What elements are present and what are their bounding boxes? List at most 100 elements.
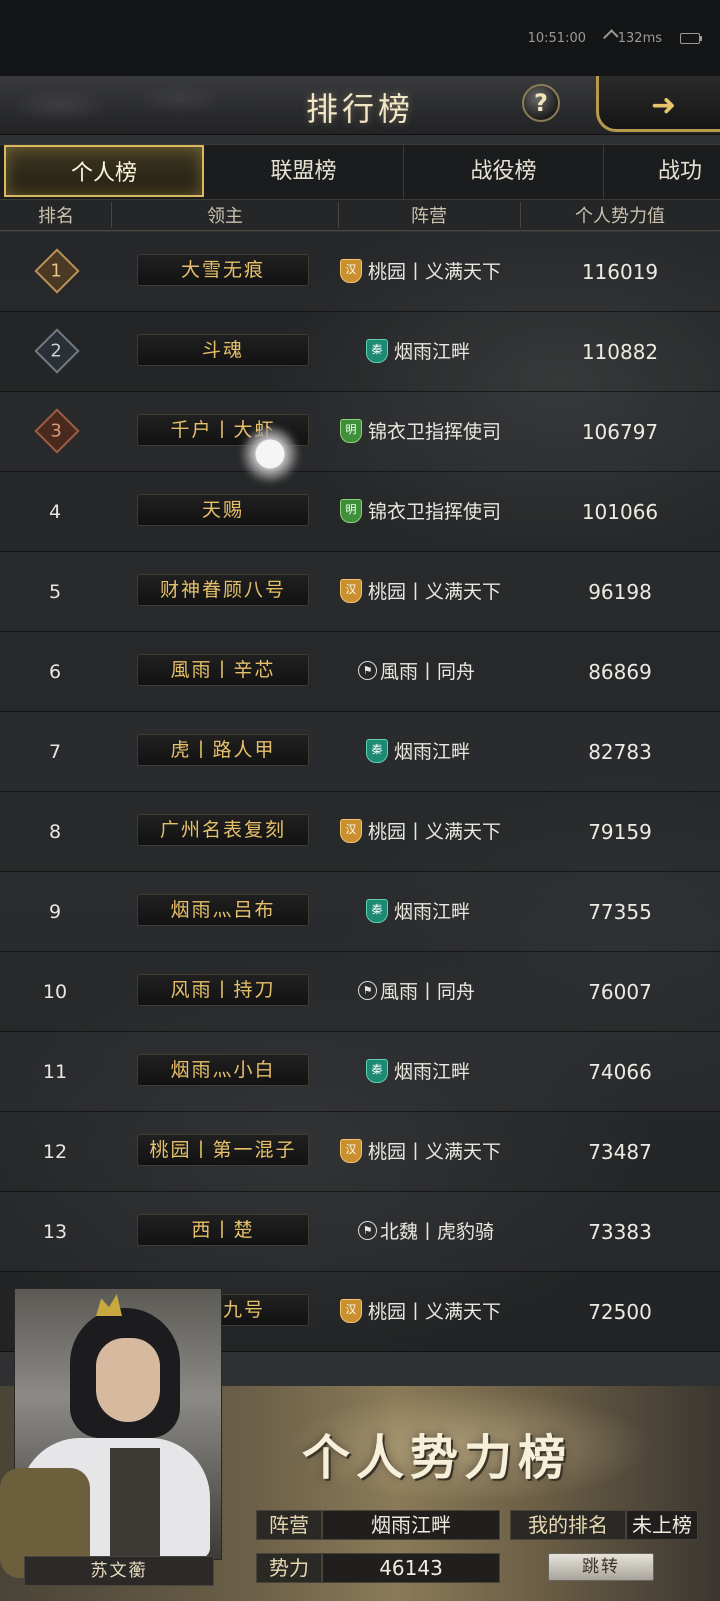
lord-name[interactable]: 西丨楚 (137, 1214, 309, 1246)
ranking-row[interactable]: 3 千户丨大虾明锦衣卫指挥使司 106797 (0, 392, 720, 472)
ranking-row[interactable]: 6 風雨丨辛芯 ⚑ 風雨丨同舟 86869 (0, 632, 720, 712)
lord-name[interactable]: 風雨丨辛芯 (137, 654, 309, 686)
camp-cell: 秦烟雨江畔 (366, 312, 556, 392)
ranking-row[interactable]: 13 西丨楚 ⚑ 北魏丨虎豹骑 73383 (0, 1192, 720, 1272)
camp-value: 烟雨江畔 (322, 1510, 500, 1540)
power-value: 110882 (581, 340, 659, 364)
power-value: 46143 (322, 1553, 500, 1583)
rank-number: 5 (48, 581, 62, 603)
help-button[interactable]: ? (522, 84, 560, 122)
ranking-row[interactable]: 11 烟雨灬小白 秦烟雨江畔 74066 (0, 1032, 720, 1112)
camp-cell: 秦烟雨江畔 (366, 712, 556, 792)
power-value: 76007 (588, 980, 652, 1004)
faction-badge-icon: 汉 (340, 578, 362, 603)
lord-name[interactable]: 天赐 (137, 494, 309, 526)
column-lord: 领主 (207, 206, 243, 227)
lord-name[interactable]: 广州名表复刻 (137, 814, 309, 846)
faction-badge-icon: 明 (340, 418, 362, 443)
camp-cell: 明锦衣卫指挥使司 (340, 472, 530, 552)
rank-number: 9 (48, 901, 62, 923)
rank-number: 4 (48, 501, 62, 523)
power-value: 116019 (581, 260, 659, 284)
faction-badge-icon: 秦 (366, 898, 388, 923)
ranking-row[interactable]: 5 财神眷顾八号汉桃园丨义满天下 96198 (0, 552, 720, 632)
jump-button[interactable]: 跳转 (548, 1553, 654, 1581)
tab-battle[interactable]: 战役榜 (404, 145, 604, 199)
camp-cell: 汉桃园丨义满天下 (340, 792, 530, 872)
rank-number: 6 (48, 661, 62, 683)
camp-name: 锦衣卫指挥使司 (368, 501, 502, 523)
my-rank-label: 我的排名 (510, 1510, 626, 1540)
camp-name: 桃园丨义满天下 (368, 261, 502, 283)
rank-medal-icon: 2 (34, 328, 80, 374)
latency-text: 132ms (617, 31, 662, 46)
ranking-row[interactable]: 12 桃园丨第一混子汉桃园丨义满天下 73487 (0, 1112, 720, 1192)
ranking-row[interactable]: 10 风雨丨持刀 ⚑ 風雨丨同舟 76007 (0, 952, 720, 1032)
power-value: 73487 (588, 1140, 652, 1164)
rank-number: 3 (50, 420, 63, 442)
status-bar: 10:51:00 132ms (0, 0, 720, 76)
camp-cell: 汉桃园丨义满天下 (340, 1112, 530, 1192)
wifi-icon (602, 29, 619, 45)
ranking-row[interactable]: 2 斗魂 秦烟雨江畔 110882 (0, 312, 720, 392)
my-rank-value: 未上榜 (626, 1510, 698, 1540)
ranking-row[interactable]: 4 天赐明锦衣卫指挥使司 101066 (0, 472, 720, 552)
camp-cell: 明锦衣卫指挥使司 (340, 392, 530, 472)
ranking-list: 1 大雪无痕汉桃园丨义满天下 116019 2 斗魂秦烟雨江畔 110882 3 千户丨大虾明… (0, 232, 720, 1352)
lord-name[interactable]: 烟雨灬小白 (137, 1054, 309, 1086)
ranking-row[interactable]: 9 烟雨灬吕布 秦烟雨江畔 77355 (0, 872, 720, 952)
camp-name: 烟雨江畔 (394, 741, 471, 763)
rank-number: 12 (42, 1141, 68, 1163)
power-value: 73383 (588, 1220, 652, 1244)
tab-personal[interactable]: 个人榜 (4, 145, 204, 197)
ranking-row[interactable]: 8 广州名表复刻汉桃园丨义满天下 79159 (0, 792, 720, 872)
faction-badge-icon: 汉 (340, 1138, 362, 1163)
power-value: 72500 (588, 1300, 652, 1324)
lord-name[interactable]: 财神眷顾八号 (137, 574, 309, 606)
camp-cell: 汉桃园丨义满天下 (340, 552, 530, 632)
camp-cell: 汉桃园丨义满天下 (340, 232, 530, 312)
rank-number: 1 (50, 260, 63, 282)
assistive-touch-button[interactable] (244, 428, 296, 480)
network-latency: 132ms (602, 29, 662, 46)
camp-cell: ⚑ 風雨丨同舟 (358, 952, 548, 1032)
power-value: 79159 (588, 820, 652, 844)
faction-badge-icon: 秦 (366, 1058, 388, 1083)
ranking-row[interactable]: 1 大雪无痕汉桃园丨义满天下 116019 (0, 232, 720, 312)
title-bar: 排行榜 ? ➜ (0, 76, 720, 135)
tab-alliance[interactable]: 联盟榜 (204, 145, 404, 199)
camp-cell: ⚑ 北魏丨虎豹骑 (358, 1192, 548, 1272)
portrait-face (96, 1338, 160, 1422)
lord-name[interactable]: 虎丨路人甲 (137, 734, 309, 766)
flag-icon: ⚑ (358, 981, 377, 1000)
faction-badge-icon: 秦 (366, 338, 388, 363)
camp-cell: ⚑ 風雨丨同舟 (358, 632, 548, 712)
lord-name[interactable]: 风雨丨持刀 (137, 974, 309, 1006)
flag-icon: ⚑ (358, 1221, 377, 1240)
flag-icon: ⚑ (358, 661, 377, 680)
tab-merit[interactable]: 战功 (604, 145, 720, 199)
ranking-row[interactable]: 7 虎丨路人甲 秦烟雨江畔 82783 (0, 712, 720, 792)
camp-label: 阵营 (256, 1510, 322, 1540)
camp-name: 桃园丨义满天下 (368, 821, 502, 843)
battery-icon (680, 33, 702, 44)
lord-name[interactable]: 斗魂 (137, 334, 309, 366)
rank-number: 7 (48, 741, 62, 763)
faction-badge-icon: 汉 (340, 818, 362, 843)
column-camp: 阵营 (411, 206, 447, 227)
rank-number: 11 (42, 1061, 68, 1083)
lord-name[interactable]: 桃园丨第一混子 (137, 1134, 309, 1166)
power-value: 74066 (588, 1060, 652, 1084)
portrait-robe (110, 1448, 160, 1558)
back-button[interactable]: ➜ (596, 76, 720, 132)
faction-badge-icon: 汉 (340, 1298, 362, 1323)
power-value: 106797 (581, 420, 659, 444)
rank-number: 2 (50, 340, 63, 362)
rank-medal-icon: 3 (34, 408, 80, 454)
lord-name[interactable]: 烟雨灬吕布 (137, 894, 309, 926)
hero-portrait[interactable] (0, 1288, 238, 1601)
rank-number: 13 (42, 1221, 68, 1243)
camp-name: 锦衣卫指挥使司 (368, 421, 502, 443)
lord-name[interactable]: 大雪无痕 (137, 254, 309, 286)
column-rank: 排名 (38, 206, 74, 227)
